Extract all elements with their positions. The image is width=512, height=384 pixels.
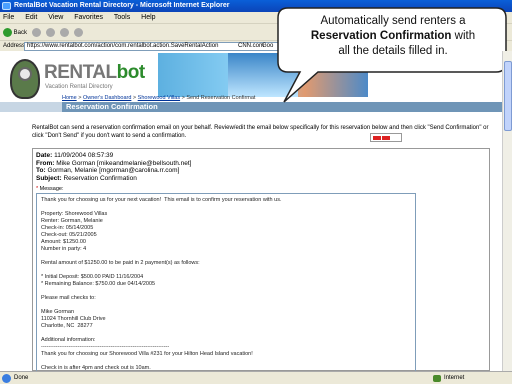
brand-text-b: bot	[116, 62, 146, 83]
page-status-icon	[2, 374, 11, 383]
menu-tools[interactable]: Tools	[114, 14, 130, 21]
internet-zone-icon	[433, 375, 441, 382]
email-subject: Reservation Confirmation	[63, 174, 137, 182]
intro-text: RentalBot can send a reservation confirm…	[32, 125, 489, 139]
email-date: 11/09/2004 08:57:39	[54, 152, 114, 159]
logo-tagline: Vacation Rental Directory	[45, 84, 113, 90]
feature-callout: Automatically send renters a Reservation…	[276, 6, 508, 103]
vertical-scrollbar[interactable]	[502, 51, 512, 371]
callout-bold-text: Reservation Confirmation	[310, 30, 452, 42]
email-to-row: To: Gorman, Melanie [mgorman@carolina.rr…	[36, 167, 180, 174]
callout-line-2-rest: with	[451, 30, 476, 42]
email-date-row: Date: 11/09/2004 08:57:39	[36, 152, 114, 159]
breadcrumb-shorewood-villas[interactable]: Shorewood Villas	[138, 95, 180, 101]
menu-file[interactable]: File	[3, 14, 14, 21]
home-icon	[73, 27, 83, 37]
back-arrow-icon	[3, 27, 12, 37]
menu-edit[interactable]: Edit	[25, 14, 37, 21]
email-from-row: From: Mike Gorman [mikeandmelanie@bellso…	[36, 159, 192, 167]
ie-icon	[2, 2, 11, 10]
forward-arrow-icon	[31, 27, 41, 37]
breadcrumb-current: Send Reservation Confirmat	[186, 95, 256, 101]
window-title: RentalBot Vacation Rental Directory - Mi…	[14, 2, 230, 9]
header-bar-left	[0, 102, 62, 112]
stop-icon	[45, 27, 55, 37]
menu-help[interactable]: Help	[141, 14, 155, 21]
breadcrumb-owners-dashboard[interactable]: Owner's Dashboard	[83, 95, 131, 101]
message-label: * Message:	[36, 186, 64, 192]
callout-line-3: all the details filled in.	[338, 45, 448, 57]
breadcrumb: Home > Owner's Dashboard > Shorewood Vil…	[62, 95, 256, 101]
security-zone: Internet	[444, 375, 465, 381]
callout-line-1: Automatically send renters a	[320, 15, 466, 27]
menu-favorites[interactable]: Favorites	[74, 14, 103, 21]
robot-mascot-icon	[10, 59, 40, 99]
breadcrumb-home[interactable]: Home	[62, 95, 77, 101]
brand-text-a: RENTAL	[44, 62, 117, 83]
email-subject-row: Subject: Reservation Confirmation	[36, 174, 137, 182]
email-from: Mike Gorman [mikeandmelanie@bellsouth.ne…	[56, 159, 192, 167]
scrollbar-thumb[interactable]	[504, 61, 512, 131]
status-text: Done	[14, 375, 29, 381]
email-to: Gorman, Melanie [mgorman@carolina.rr.com…	[47, 167, 180, 174]
refresh-icon	[59, 27, 69, 37]
stats-indicator	[370, 133, 402, 142]
status-bar: Done Internet	[0, 371, 512, 384]
menu-view[interactable]: View	[48, 14, 63, 21]
address-label: Address	[3, 43, 26, 49]
email-preview: Date: 11/09/2004 08:57:39 From: Mike Gor…	[32, 148, 490, 371]
message-textarea[interactable]: Thank you for choosing us for your next …	[36, 193, 416, 371]
